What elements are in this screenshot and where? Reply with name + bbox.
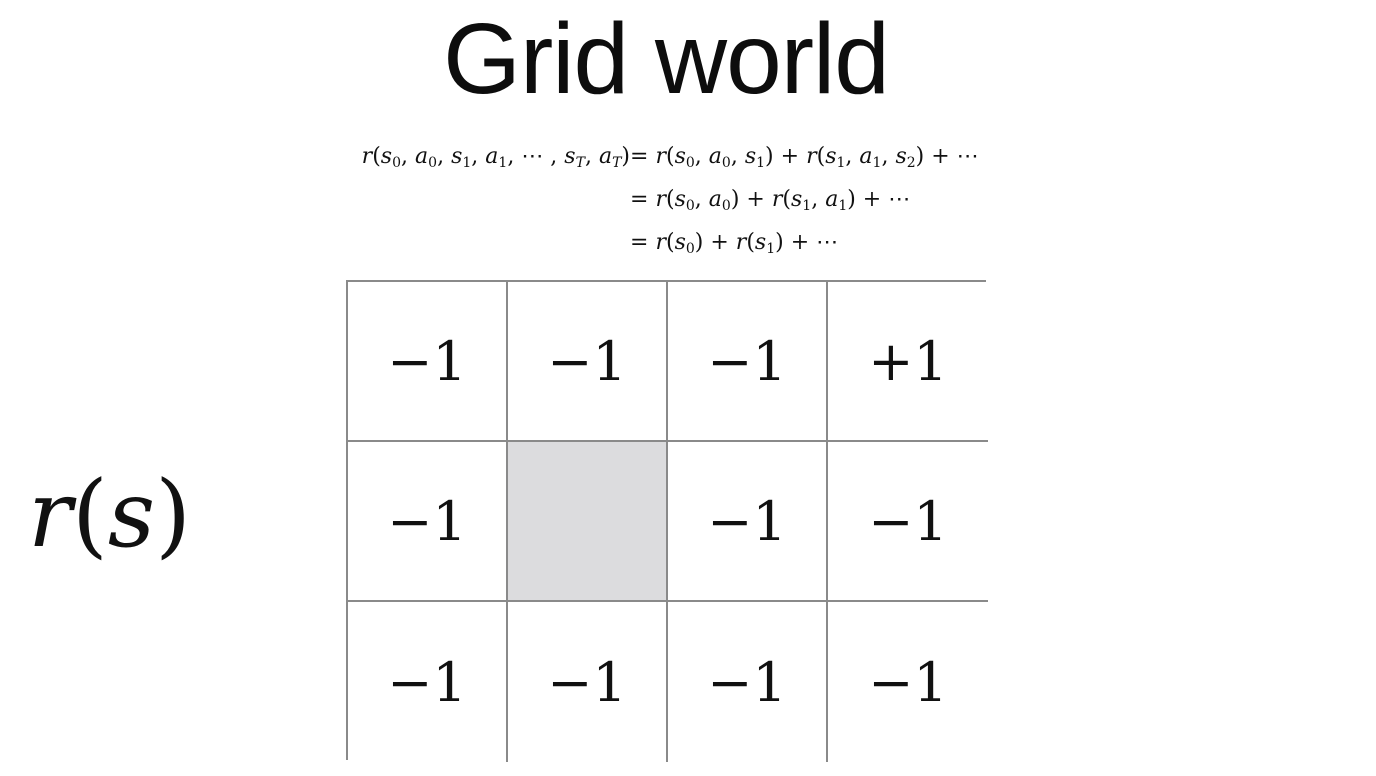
equation-rhs: = r(s0, a0, s1) + r(s1, a1, s2) + ⋯ = r(… — [630, 140, 1080, 270]
grid-cell: −1 — [828, 442, 988, 602]
grid-cell: −1 — [668, 282, 828, 442]
grid-cell-goal: +1 — [828, 282, 988, 442]
grid-cell: −1 — [668, 602, 828, 762]
grid-cell: −1 — [348, 602, 508, 762]
grid-world: −1 −1 −1 +1 −1 −1 −1 −1 −1 −1 −1 — [346, 280, 988, 762]
grid-cell-wall — [508, 442, 668, 602]
reward-function-label: r(s) — [28, 461, 192, 568]
equation-lhs: r(s0, a0, s1, a1, ⋯ , sT, aT) — [306, 140, 630, 270]
grid-cell: −1 — [508, 602, 668, 762]
grid-cell: −1 — [348, 282, 508, 442]
state-action-reward-sum: = r(s0, a0) + r(s1, a1) + ⋯ — [630, 187, 911, 214]
state-reward-sum: = r(s0) + r(s1) + ⋯ — [630, 230, 839, 257]
grid-cell: −1 — [508, 282, 668, 442]
slide-title: Grid world — [443, 3, 890, 115]
grid-cell: −1 — [668, 442, 828, 602]
grid-cell: −1 — [828, 602, 988, 762]
transition-reward-sum: = r(s0, a0, s1) + r(s1, a1, s2) + ⋯ — [630, 144, 979, 171]
trajectory-reward-expression: r(s0, a0, s1, a1, ⋯ , sT, aT) — [361, 144, 630, 171]
grid-cell: −1 — [348, 442, 508, 602]
